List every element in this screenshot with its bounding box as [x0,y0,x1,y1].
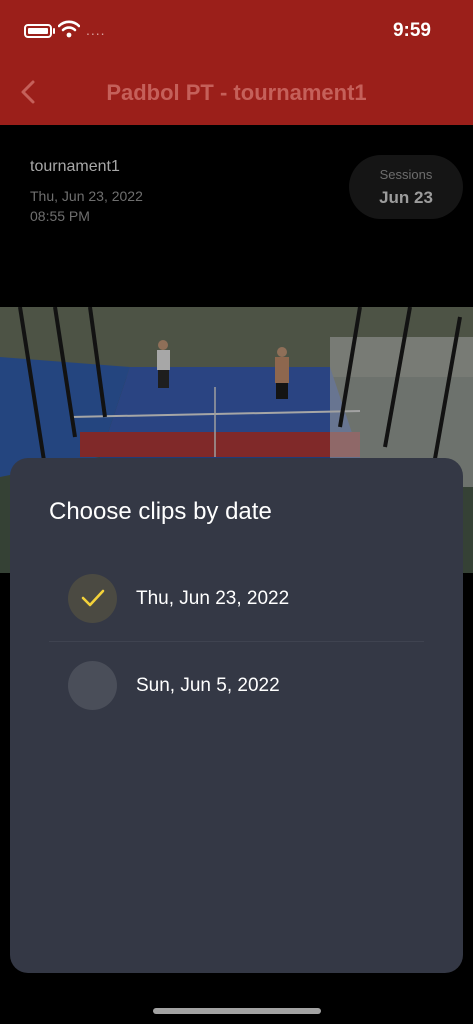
tournament-name: tournament1 [30,158,120,175]
session-time: 08:55 PM [30,208,90,224]
date-option-label: Sun, Jun 5, 2022 [136,675,280,696]
radio-selected[interactable] [68,574,117,623]
status-time: 9:59 [392,20,431,41]
date-option-jun-5[interactable]: Sun, Jun 5, 2022 [49,643,424,729]
session-date: Thu, Jun 23, 2022 [30,188,143,204]
check-icon [81,589,105,607]
sessions-label: Sessions [379,167,433,182]
date-option-jun-23[interactable]: Thu, Jun 23, 2022 [49,556,424,642]
date-option-label: Thu, Jun 23, 2022 [136,588,290,609]
signal-dots: .... [86,22,106,38]
home-indicator [153,1008,321,1014]
session-info: tournament1 Thu, Jun 23, 2022 08:55 PM S… [0,125,473,307]
sheet-title: Choose clips by date [49,498,272,525]
radio-unselected[interactable] [68,661,117,710]
date-picker-sheet: Choose clips by date Thu, Jun 23, 2022 S… [10,458,463,973]
battery-tip [53,28,55,34]
wifi-icon [58,20,80,38]
page-title: Padbol PT - tournament1 [106,80,367,105]
sessions-value: Jun 23 [379,188,433,207]
status-bar: .... 9:59 [0,0,473,60]
app-header: .... 9:59 Padbol PT - tournament1 [0,0,473,125]
battery-icon [24,24,52,38]
option-divider [49,641,424,642]
sessions-pill[interactable]: Sessions Jun 23 [349,155,463,219]
nav-bar: Padbol PT - tournament1 [0,60,473,125]
